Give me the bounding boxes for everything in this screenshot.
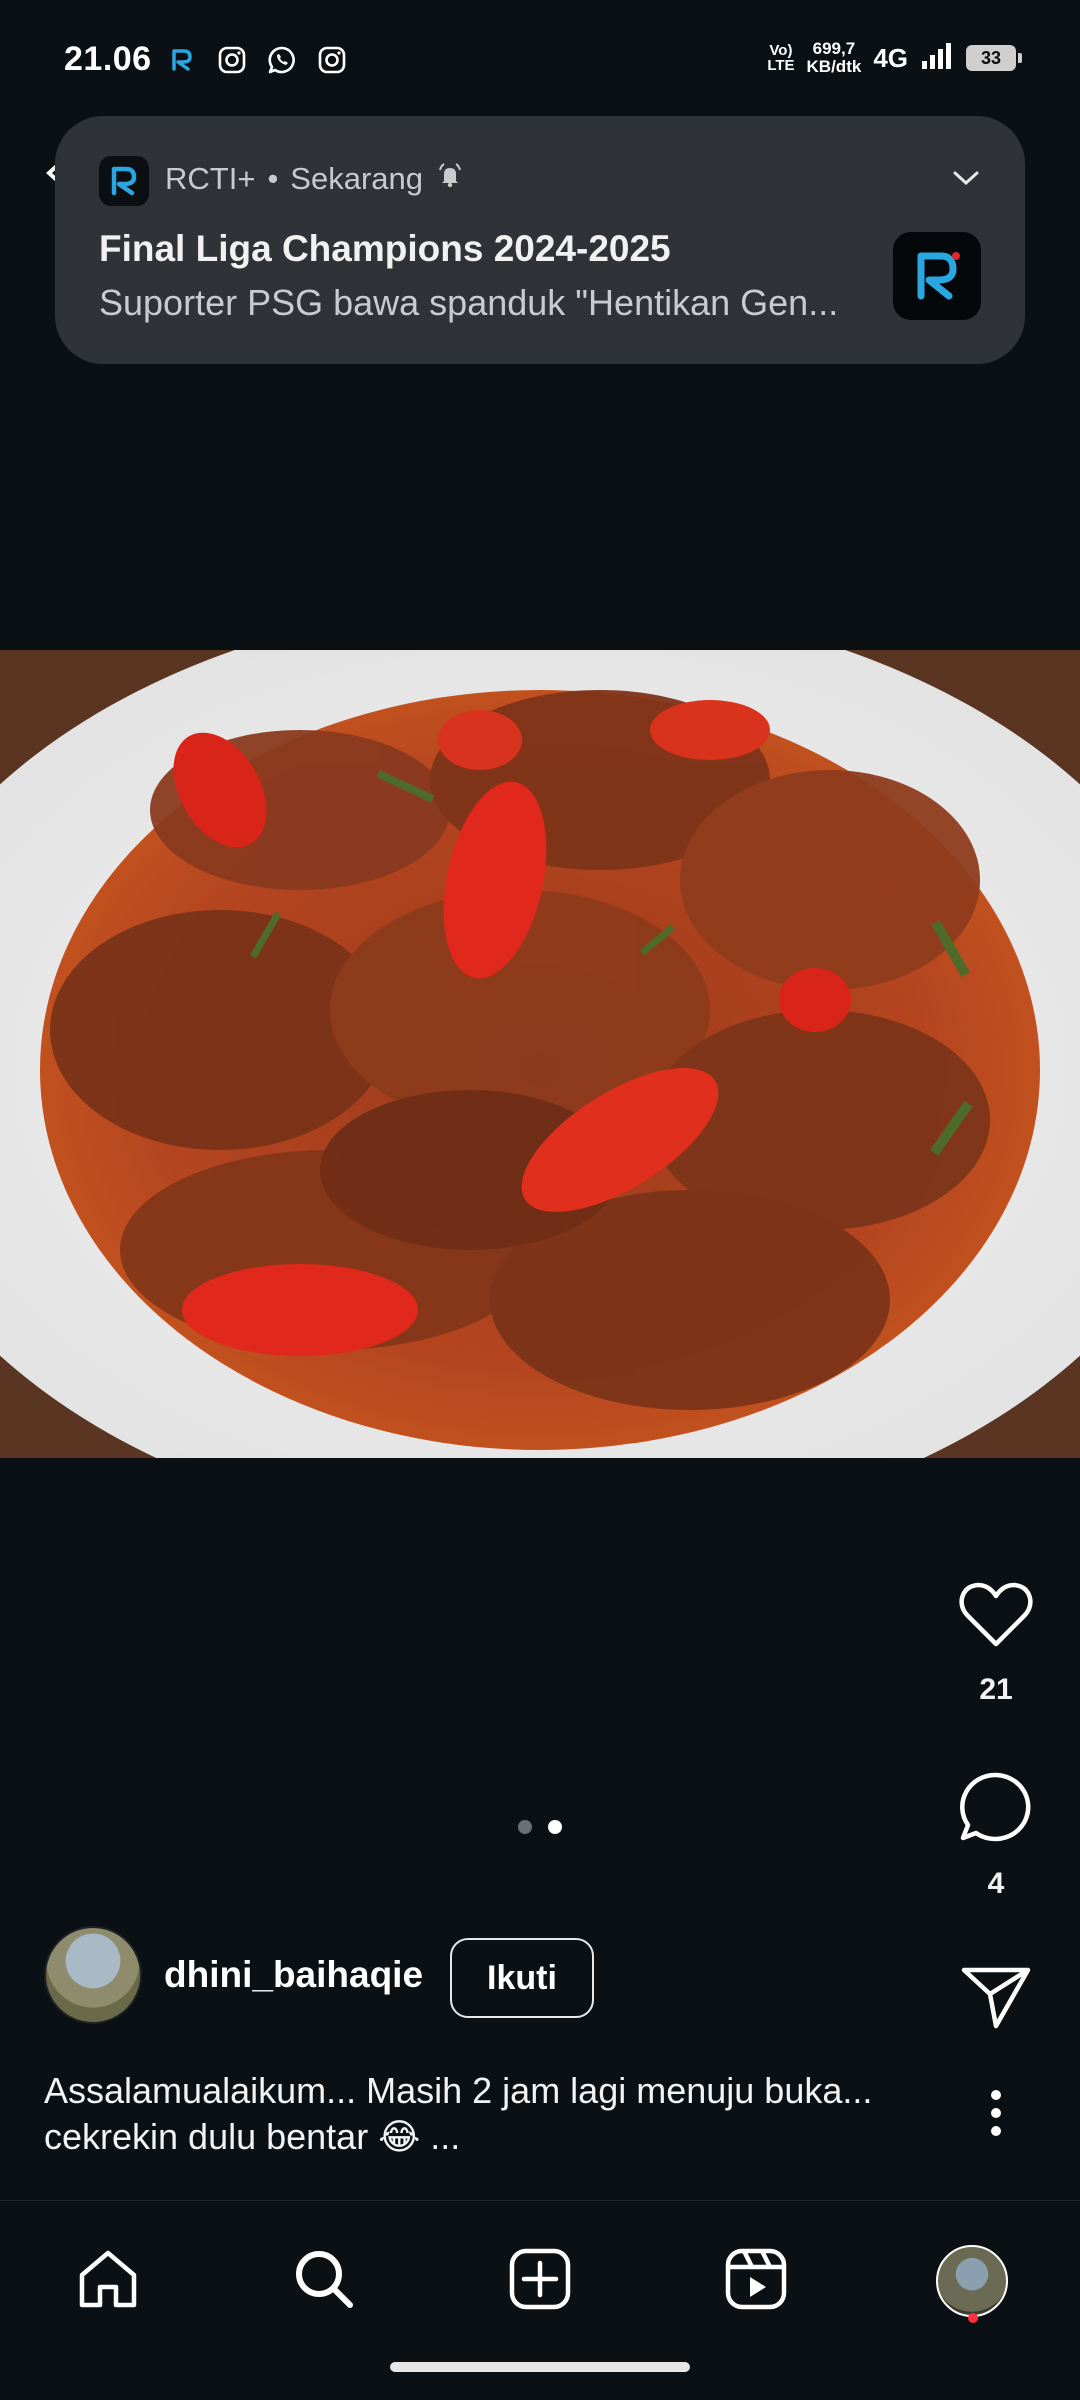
heart-icon[interactable]	[958, 1580, 1034, 1655]
carousel-dot	[518, 1820, 532, 1834]
send-icon[interactable]	[960, 1964, 1032, 2035]
more-options-action	[946, 2088, 1046, 2143]
notification-title: Final Liga Champions 2024-2025	[99, 228, 671, 269]
carousel-dot-active	[548, 1820, 562, 1834]
notification-time: Sekarang	[290, 161, 424, 196]
post-caption[interactable]: Assalamualaikum... Masih 2 jam lagi menu…	[44, 2068, 924, 2160]
instagram-post-screen: 21.06 Vo) LTE 699,7 KB/dtk 4G 33 RCTI+ •…	[0, 0, 1080, 2400]
comment-action: 4	[946, 1770, 1046, 1901]
comment-count[interactable]: 4	[988, 1867, 1005, 1901]
rcti-app-icon	[166, 44, 198, 76]
notification-body: Suporter PSG bawa spanduk "Hentikan Gen.…	[99, 282, 839, 323]
carousel-indicator	[0, 1820, 1080, 1834]
rcti-app-icon	[99, 156, 149, 206]
status-time: 21.06	[64, 40, 152, 78]
nav-home[interactable]	[58, 2231, 158, 2331]
post-photo[interactable]	[0, 650, 1080, 1458]
like-count[interactable]: 21	[979, 1673, 1012, 1707]
signal-icon	[920, 41, 954, 76]
notification-app-name: RCTI+	[165, 161, 256, 196]
status-right-group: Vo) LTE 699,7 KB/dtk 4G 33	[767, 40, 1022, 76]
rcti-large-icon	[893, 232, 981, 320]
share-action	[946, 1964, 1046, 2035]
nav-search[interactable]	[274, 2231, 374, 2331]
profile-notification-dot	[968, 2313, 978, 2323]
home-icon	[76, 2247, 140, 2316]
notification-header: RCTI+ • Sekarang	[165, 160, 465, 198]
bell-icon	[435, 160, 465, 198]
network-type: 4G	[873, 42, 908, 73]
more-options-icon[interactable]	[988, 2088, 1004, 2143]
heads-up-notification[interactable]: RCTI+ • Sekarang Final Liga Champions 20…	[55, 116, 1025, 364]
chevron-down-icon[interactable]	[951, 168, 981, 193]
volte-indicator: Vo) LTE	[767, 42, 795, 74]
instagram-icon	[216, 44, 248, 76]
profile-avatar	[936, 2245, 1008, 2317]
whatsapp-icon	[266, 44, 298, 76]
rendang-food-photo	[0, 650, 1080, 1458]
search-icon	[292, 2247, 356, 2316]
status-notification-icons	[166, 44, 348, 76]
network-speed-unit: KB/dtk	[806, 57, 862, 76]
instagram-icon	[316, 44, 348, 76]
follow-button[interactable]: Ikuti	[450, 1938, 594, 2018]
add-post-icon	[508, 2247, 572, 2316]
nav-create[interactable]	[490, 2231, 590, 2331]
notification-separator: •	[267, 161, 279, 196]
like-action: 21	[946, 1580, 1046, 1707]
user-avatar[interactable]	[44, 1926, 142, 2024]
reels-icon	[724, 2247, 788, 2316]
username[interactable]: dhini_baihaqie	[164, 1954, 423, 1996]
network-speed-value: 699,7	[812, 39, 856, 58]
status-bar: 21.06 Vo) LTE 699,7 KB/dtk 4G 33	[0, 0, 1080, 120]
battery-indicator: 33	[966, 45, 1022, 71]
home-indicator[interactable]	[390, 2362, 690, 2372]
network-speed: 699,7 KB/dtk	[807, 40, 862, 76]
comment-icon[interactable]	[958, 1770, 1034, 1849]
nav-reels[interactable]	[706, 2231, 806, 2331]
